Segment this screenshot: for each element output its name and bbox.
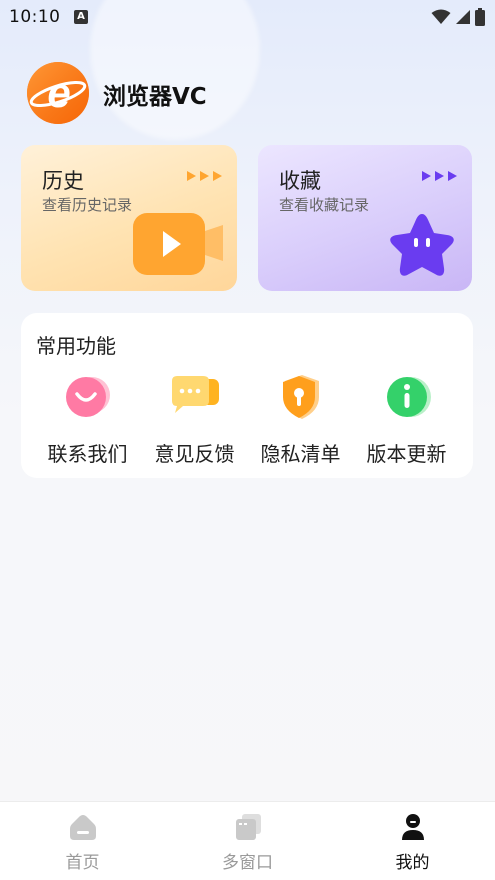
contact-us-label: 联系我们	[47, 442, 128, 466]
home-icon	[69, 815, 96, 840]
nav-mine-label: 我的	[395, 853, 430, 873]
status-icons	[431, 8, 485, 26]
feedback-label: 意见反馈	[154, 442, 235, 466]
history-card[interactable]: 历史 查看历史记录	[21, 145, 237, 291]
windows-icon	[235, 814, 261, 840]
profile-icon	[401, 814, 424, 840]
nav-multi-window[interactable]: 多窗口	[165, 802, 330, 880]
history-card-title: 历史	[42, 169, 84, 193]
privacy-list-button[interactable]: 隐私清单	[248, 373, 353, 473]
favorites-card[interactable]: 收藏 查看收藏记录	[258, 145, 472, 291]
star-icon	[390, 214, 454, 276]
nav-home-label: 首页	[65, 853, 100, 873]
signal-icon	[456, 10, 470, 24]
triple-arrow-icon	[187, 171, 222, 181]
app-logo-icon: e	[27, 62, 89, 124]
info-icon	[386, 377, 431, 417]
common-functions-title: 常用功能	[36, 334, 116, 358]
favorites-card-subtitle: 查看收藏记录	[279, 196, 370, 214]
smile-chat-icon	[65, 377, 110, 417]
feedback-button[interactable]: 意见反馈	[142, 373, 247, 473]
video-play-icon	[133, 213, 223, 275]
favorites-card-title: 收藏	[279, 169, 321, 193]
battery-icon	[475, 8, 485, 26]
app-title: 浏览器VC	[103, 84, 207, 110]
status-bar: 10:10 A	[0, 0, 495, 34]
status-time: 10:10	[9, 7, 61, 27]
privacy-list-label: 隐私清单	[260, 442, 341, 466]
nav-home[interactable]: 首页	[0, 802, 165, 880]
history-card-subtitle: 查看历史记录	[42, 196, 133, 214]
bottom-nav: 首页 多窗口 我的	[0, 801, 495, 880]
version-update-label: 版本更新	[366, 442, 447, 466]
nav-multi-window-label: 多窗口	[222, 853, 273, 873]
common-functions-panel: 常用功能 联系我们 意见反馈 隐私清单 版本更新	[21, 313, 473, 478]
wifi-icon	[431, 9, 451, 24]
version-update-button[interactable]: 版本更新	[354, 373, 459, 473]
triple-arrow-icon	[422, 171, 457, 181]
logo-letter: e	[47, 69, 70, 116]
notification-badge: A	[74, 10, 88, 24]
contact-us-button[interactable]: 联系我们	[35, 373, 140, 473]
shield-lock-icon	[282, 375, 319, 419]
feedback-icon	[171, 376, 219, 413]
nav-mine[interactable]: 我的	[330, 802, 495, 880]
